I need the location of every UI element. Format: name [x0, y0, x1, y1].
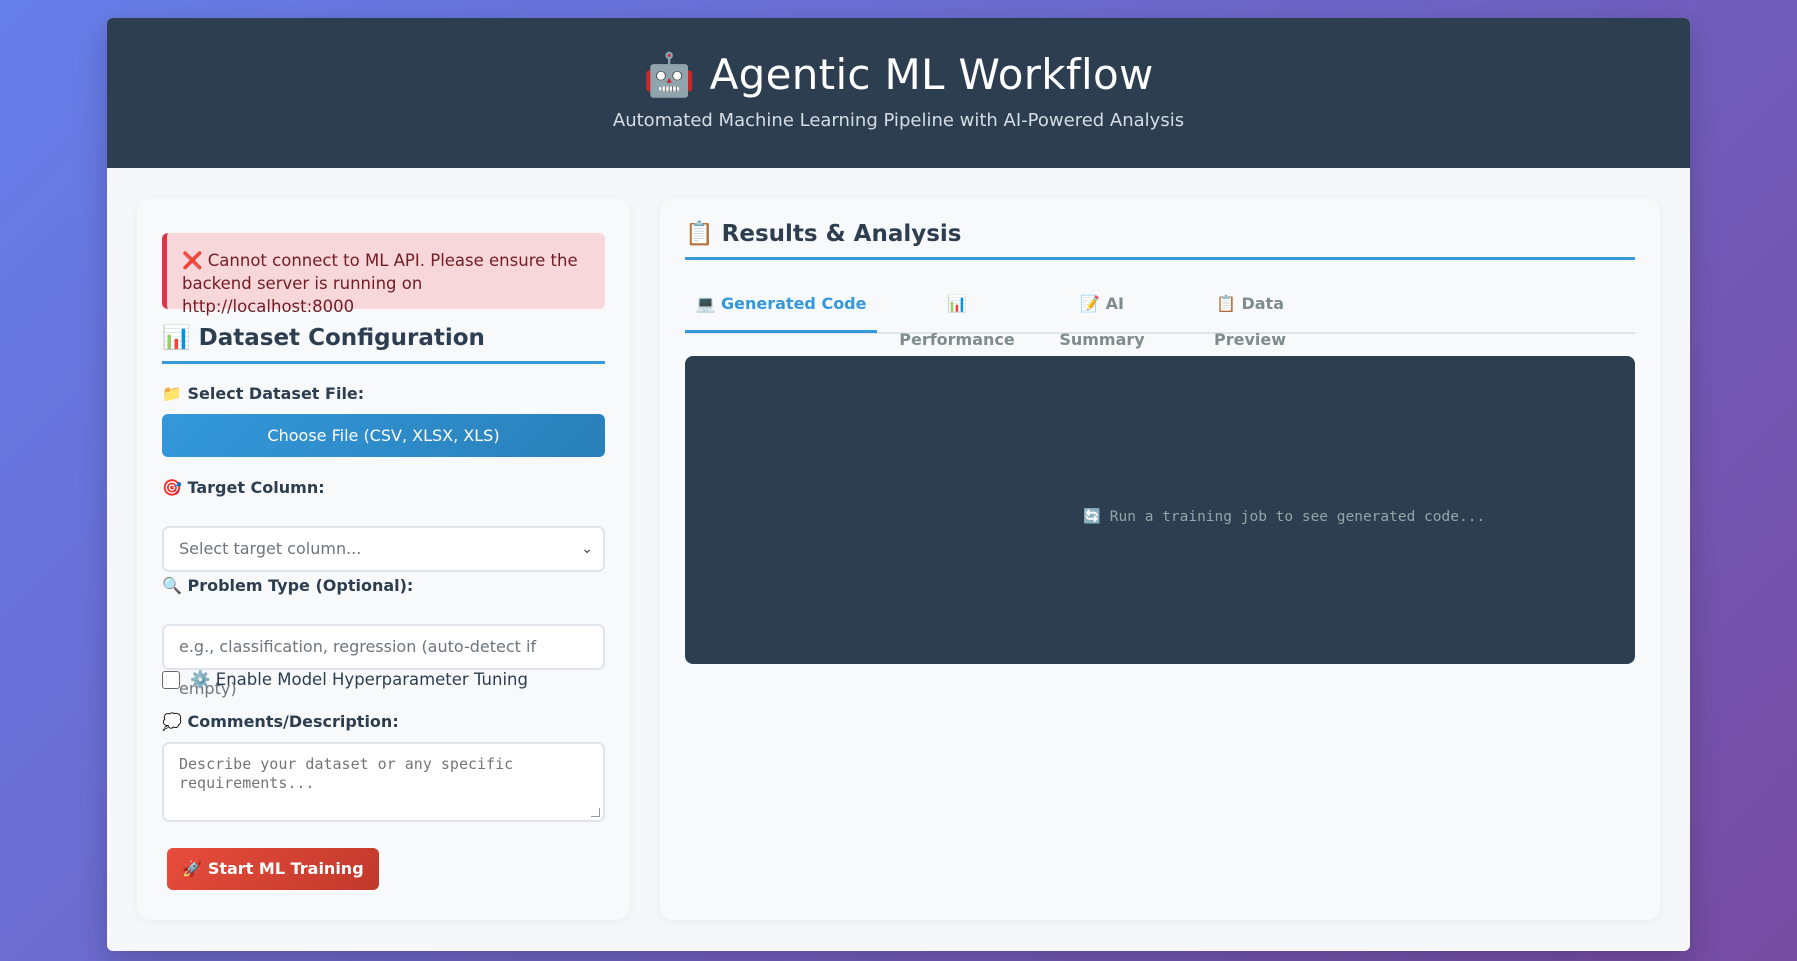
page-subtitle: Automated Machine Learning Pipeline with…: [612, 110, 1185, 131]
problem-type-label: 🔍 Problem Type (Optional):: [162, 576, 414, 595]
tab-performance[interactable]: 📊 Performance: [891, 286, 1023, 349]
tab-generated-code[interactable]: 💻 Generated Code: [685, 286, 877, 333]
problem-type-input[interactable]: e.g., classification, regression (auto-d…: [162, 624, 605, 698]
file-label: 📁 Select Dataset File:: [162, 384, 365, 403]
dataset-config-title: 📊 Dataset Configuration: [162, 324, 605, 364]
alert-line-2: backend server is running on http://loca…: [182, 274, 423, 316]
page-header: 🤖 Agentic ML Workflow Automated Machine …: [107, 18, 1690, 168]
connection-error-alert: ❌ Cannot connect to ML API. Please ensur…: [162, 233, 605, 316]
target-column-label: 🎯 Target Column:: [162, 478, 325, 497]
comments-placeholder-line-2: requirements...: [179, 774, 315, 792]
tab-ai-summary[interactable]: 📝 AI Summary: [1037, 286, 1167, 349]
chevron-down-icon: ⌄: [581, 541, 593, 557]
alert-line-1: ❌ Cannot connect to ML API. Please ensur…: [182, 251, 578, 270]
comments-textarea[interactable]: Describe your dataset or any specific re…: [162, 742, 605, 822]
target-column-placeholder: Select target column...: [179, 539, 362, 558]
target-column-select[interactable]: Select target column... ⌄: [162, 526, 605, 572]
tuning-checkbox-label[interactable]: ⚙️ Enable Model Hyperparameter Tuning: [190, 670, 528, 690]
code-placeholder-message: 🔄 Run a training job to see generated co…: [1083, 509, 1486, 525]
comments-placeholder-line-1: Describe your dataset or any specific: [179, 755, 514, 773]
start-training-button[interactable]: 🚀 Start ML Training: [167, 848, 379, 890]
results-tabs: 💻 Generated Code 📊 Performance 📝 AI Summ…: [685, 286, 1635, 349]
tab-data-preview[interactable]: 📋 Data Preview: [1181, 286, 1319, 349]
tuning-checkbox[interactable]: [162, 671, 180, 689]
choose-file-button[interactable]: Choose File (CSV, XLSX, XLS): [162, 414, 605, 457]
results-panel: 📋 Results & Analysis 💻 Generated Code 📊 …: [660, 198, 1660, 920]
generated-code-area: 🔄 Run a training job to see generated co…: [685, 356, 1635, 664]
resize-handle-icon[interactable]: [591, 808, 600, 817]
tuning-checkbox-row[interactable]: ⚙️ Enable Model Hyperparameter Tuning: [162, 670, 528, 690]
app-container: 🤖 Agentic ML Workflow Automated Machine …: [107, 18, 1690, 951]
results-title: 📋 Results & Analysis: [685, 220, 1635, 260]
dataset-config-panel: ❌ Cannot connect to ML API. Please ensur…: [137, 198, 630, 920]
page-title: 🤖 Agentic ML Workflow: [643, 50, 1154, 99]
comments-label: 💭 Comments/Description:: [162, 712, 399, 731]
